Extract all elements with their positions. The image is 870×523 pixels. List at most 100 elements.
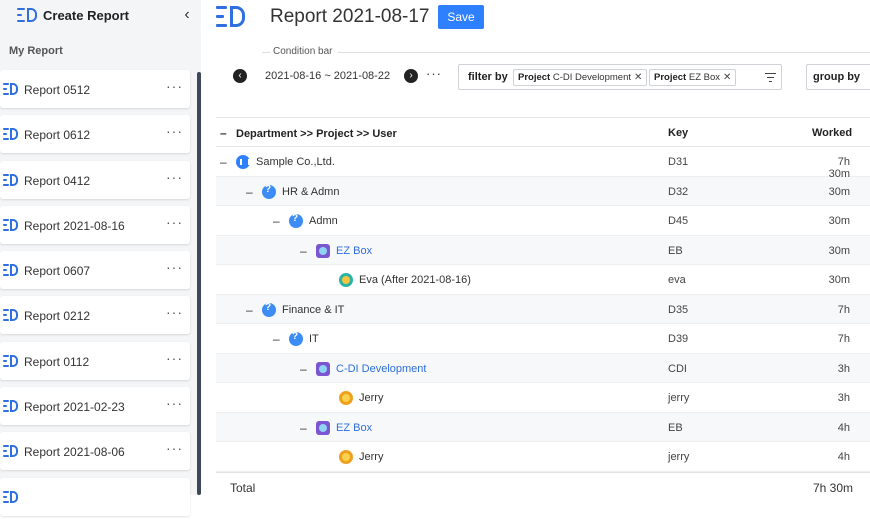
project-link[interactable]: EZ Box (336, 245, 372, 257)
save-button[interactable]: Save (438, 5, 484, 29)
report-item[interactable]: Report 0612 ··· (0, 115, 190, 154)
table-row[interactable]: – HR & Admn D32 30m (216, 176, 870, 206)
report-icon (3, 445, 19, 458)
more-options-icon[interactable]: ··· (166, 304, 186, 320)
table-row[interactable]: – C-DI Development CDI 3h (216, 353, 870, 383)
more-options-icon[interactable]: ··· (166, 440, 186, 456)
report-item[interactable]: Report 0212 ··· (0, 296, 190, 335)
table-row[interactable]: – EZ Box EB 4h (216, 412, 870, 442)
report-icon (3, 490, 19, 503)
company-icon (236, 155, 250, 169)
report-item[interactable]: Report 2021-08-16 ··· (0, 205, 190, 244)
filter-chip-field: Project (654, 72, 687, 83)
more-options-icon[interactable]: ··· (166, 214, 186, 230)
remove-filter-icon[interactable]: ✕ (634, 72, 642, 83)
more-options-icon[interactable]: ··· (166, 169, 186, 185)
date-range[interactable]: 2021-08-16 ~ 2021-08-22 (265, 70, 390, 82)
group-by-box[interactable]: group by (806, 64, 870, 90)
remove-filter-icon[interactable]: ✕ (723, 72, 731, 83)
report-item-label: Report 0112 (24, 354, 90, 369)
table-row[interactable]: – Finance & IT D35 7h (216, 294, 870, 324)
condition-bar-label: Condition bar (273, 46, 333, 57)
report-item[interactable]: Report 0412 ··· (0, 160, 190, 199)
total-worked: 7h 30m (813, 480, 854, 495)
collapse-icon[interactable]: – (300, 245, 310, 257)
project-link[interactable]: C-DI Development (336, 363, 426, 375)
collapse-all-icon[interactable]: – (220, 127, 230, 139)
report-icon (3, 83, 19, 95)
collapse-icon[interactable]: – (220, 156, 230, 168)
create-report-link[interactable]: Create Report (43, 8, 129, 23)
next-range-icon[interactable]: › (404, 69, 418, 83)
row-key: jerry (668, 451, 690, 463)
sidebar-section-title: My Report (9, 45, 63, 57)
filter-chip-value: C-DI Development (552, 72, 631, 83)
report-item[interactable]: Report 0112 ··· (0, 341, 190, 380)
report-item-label: Report 0512 (24, 83, 91, 97)
previous-range-icon[interactable]: ‹ (233, 69, 247, 83)
report-item[interactable]: Report 0607 ··· (0, 251, 190, 290)
filter-label: filter by (468, 71, 508, 83)
collapse-icon[interactable]: – (273, 333, 283, 345)
table-row[interactable]: – EZ Box EB 30m (216, 235, 870, 265)
collapse-icon[interactable]: – (300, 363, 310, 375)
group-by-label: group by (813, 71, 861, 83)
collapse-icon[interactable]: – (300, 422, 310, 434)
column-header-key[interactable]: Key (668, 127, 688, 139)
row-key: CDI (668, 362, 687, 375)
total-row: Total 7h 30m (216, 471, 870, 495)
table-row[interactable]: – Sample Co.,Ltd. D31 7h 30m (216, 147, 870, 180)
more-options-icon[interactable]: ··· (166, 123, 186, 139)
more-options-icon[interactable]: ··· (166, 350, 186, 366)
filter-chip[interactable]: Project C-DI Development ✕ (513, 69, 648, 86)
row-name: Jerry (359, 392, 384, 404)
more-options-icon[interactable]: ··· (166, 395, 186, 411)
report-item[interactable]: Report 0512 ··· (0, 70, 190, 108)
column-header-name[interactable]: – Department >> Project >> User (220, 127, 397, 140)
row-worked: 7h (837, 303, 850, 316)
row-key: eva (668, 274, 686, 286)
report-item[interactable] (0, 477, 190, 516)
report-logo-icon (216, 5, 248, 27)
row-name: Jerry (359, 451, 384, 463)
row-worked: 30m (828, 274, 850, 286)
row-worked: 7h (837, 333, 850, 345)
table-row[interactable]: – Admn D45 30m (216, 206, 870, 236)
filter-icon[interactable] (765, 72, 776, 82)
sidebar: Create Report ‹ My Report Report 0512 ··… (0, 0, 201, 516)
row-name: Sample Co.,Ltd. (256, 156, 335, 168)
report-item[interactable]: Report 2021-02-23 ··· (0, 387, 190, 426)
more-options-icon[interactable]: ··· (166, 78, 186, 94)
project-link[interactable]: EZ Box (336, 422, 372, 434)
collapse-sidebar-icon[interactable]: ‹ (179, 5, 195, 25)
filter-box[interactable]: filter by Project C-DI Development ✕ Proj… (458, 64, 782, 90)
row-key: D31 (668, 156, 689, 168)
table-row[interactable]: Jerry jerry 4h (216, 442, 870, 472)
collapse-icon[interactable]: – (246, 186, 256, 198)
table-row[interactable]: Eva (After 2021-08-16) eva 30m (216, 265, 870, 295)
report-item[interactable]: Report 2021-08-06 ··· (0, 432, 190, 471)
report-icon (3, 173, 19, 186)
sidebar-scrollbar[interactable] (197, 72, 201, 495)
more-options-icon[interactable]: ··· (166, 259, 186, 275)
page-title[interactable]: Report 2021-08-17 (270, 6, 430, 28)
filter-chip[interactable]: Project EZ Box ✕ (649, 69, 737, 86)
more-options-icon[interactable]: ··· (426, 66, 442, 81)
collapse-icon[interactable]: – (273, 215, 283, 227)
row-key: D32 (668, 185, 689, 198)
table-row[interactable]: – IT D39 7h (216, 324, 870, 354)
row-key: EB (668, 421, 683, 434)
sidebar-header: Create Report ‹ (0, 0, 201, 32)
collapse-icon[interactable]: – (246, 304, 256, 316)
report-icon (3, 264, 19, 277)
report-item-label: Report 0607 (24, 264, 91, 279)
row-worked: 30m (828, 244, 850, 257)
table-row[interactable]: Jerry jerry 3h (216, 383, 870, 413)
row-worked: 3h (837, 362, 850, 375)
column-header-worked[interactable]: Worked (812, 127, 852, 139)
report-icon (3, 218, 19, 231)
row-worked: 4h (837, 451, 850, 463)
row-worked: 3h (837, 392, 850, 404)
row-name: HR & Admn (282, 185, 340, 198)
row-key: D35 (668, 303, 689, 316)
